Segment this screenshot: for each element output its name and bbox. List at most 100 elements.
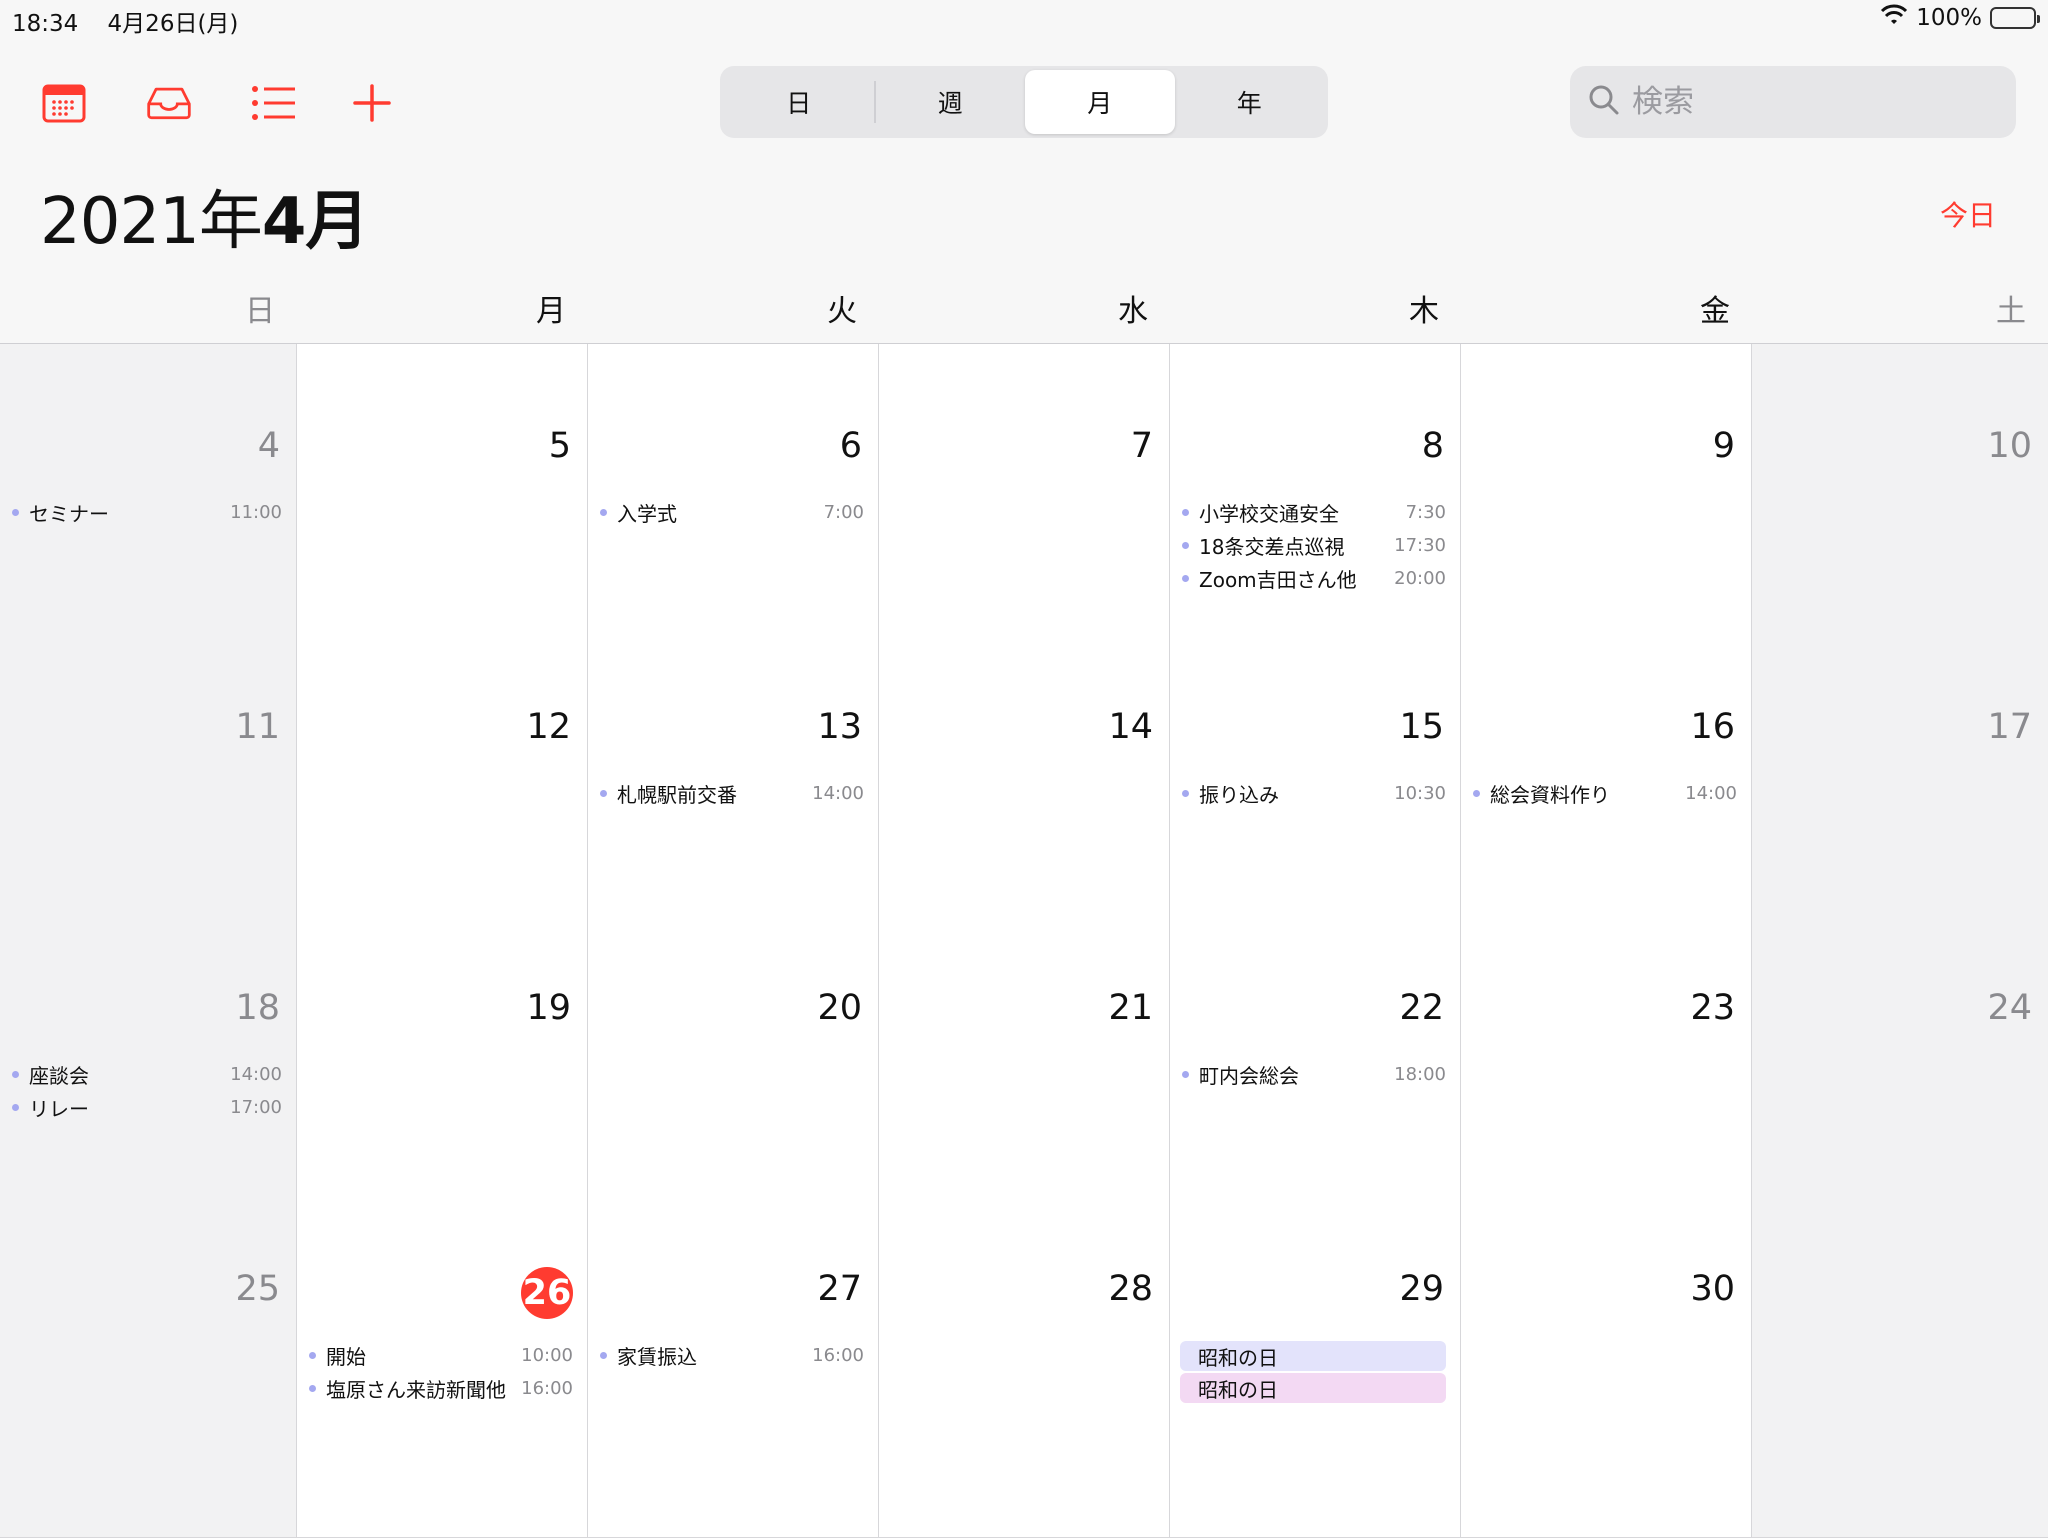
event-time: 18:00: [1394, 1064, 1446, 1085]
day-cell[interactable]: [879, 344, 1170, 416]
event-item[interactable]: リレー 17:00: [10, 1091, 282, 1124]
day-number: 23: [1690, 988, 1735, 1028]
event-name: 入学式: [617, 502, 677, 526]
day-cell[interactable]: 12: [297, 697, 588, 978]
day-cell[interactable]: 29 昭和の日 昭和の日: [1170, 1259, 1461, 1537]
event-item[interactable]: Zoom吉田さん他 20:00: [1180, 562, 1446, 595]
day-cell[interactable]: [297, 344, 588, 416]
day-cell[interactable]: 20: [588, 978, 879, 1259]
event-item[interactable]: 座談会 14:00: [10, 1058, 282, 1091]
event-name: 開始: [326, 1345, 366, 1369]
day-cell[interactable]: [0, 344, 297, 416]
day-cell[interactable]: [1461, 344, 1752, 416]
event-item[interactable]: 小学校交通安全 7:30: [1180, 496, 1446, 529]
event-dot-icon: [12, 509, 19, 516]
day-cell[interactable]: 11: [0, 697, 297, 978]
day-cell[interactable]: 13 札幌駅前交番 14:00: [588, 697, 879, 978]
day-cell[interactable]: [1170, 344, 1461, 416]
search-input[interactable]: [1630, 83, 1994, 121]
event-item[interactable]: 総会資料作り 14:00: [1471, 777, 1737, 810]
day-cell[interactable]: 16 総会資料作り 14:00: [1461, 697, 1752, 978]
status-left: 18:34 4月26日(月): [12, 4, 238, 38]
day-number: 19: [526, 988, 571, 1028]
event-item[interactable]: 家賃振込 16:00: [598, 1339, 864, 1372]
event-item[interactable]: 18条交差点巡視 17:30: [1180, 529, 1446, 562]
event-time: 14:00: [812, 783, 864, 804]
day-number: 16: [1690, 707, 1735, 747]
status-right: 100%: [1880, 4, 2040, 32]
day-number: 5: [548, 426, 571, 466]
day-cell[interactable]: 25: [0, 1259, 297, 1537]
wifi-icon: [1880, 4, 1908, 32]
allday-event[interactable]: 昭和の日: [1180, 1341, 1446, 1371]
week-row: 11 12 13 札幌駅前交番 14:00 14 15 振り込み 10:30 16 総会資料作り 14…: [0, 697, 2048, 979]
event-item[interactable]: 入学式 7:00: [598, 496, 864, 529]
day-cell[interactable]: 30: [1461, 1259, 1752, 1537]
event-list: セミナー 11:00: [10, 496, 282, 529]
event-name: 塩原さん来訪新聞他: [326, 1378, 506, 1402]
event-time: 10:00: [521, 1345, 573, 1366]
event-dot-icon: [1182, 542, 1189, 549]
day-cell[interactable]: 22 町内会総会 18:00: [1170, 978, 1461, 1259]
allday-event[interactable]: 昭和の日: [1180, 1373, 1446, 1403]
event-name: 18条交差点巡視: [1199, 535, 1345, 559]
day-cell[interactable]: 18 座談会 14:00 リレー 17:00: [0, 978, 297, 1259]
event-list: 昭和の日 昭和の日: [1180, 1339, 1446, 1405]
day-cell[interactable]: 7: [879, 416, 1170, 697]
event-list: 開始 10:00 塩原さん来訪新聞他 16:00: [307, 1339, 573, 1405]
inbox-icon[interactable]: [145, 80, 193, 126]
event-item[interactable]: 町内会総会 18:00: [1180, 1058, 1446, 1091]
status-date: 4月26日(月): [107, 11, 239, 37]
day-cell[interactable]: 5: [297, 416, 588, 697]
event-item[interactable]: 開始 10:00: [307, 1339, 573, 1372]
day-cell[interactable]: 27 家賃振込 16:00: [588, 1259, 879, 1537]
event-item[interactable]: 塩原さん来訪新聞他 16:00: [307, 1372, 573, 1405]
day-cell[interactable]: 4 セミナー 11:00: [0, 416, 297, 697]
day-cell[interactable]: 23: [1461, 978, 1752, 1259]
day-number: 18: [235, 988, 280, 1028]
event-time: 17:30: [1394, 535, 1446, 556]
day-cell[interactable]: [1752, 1259, 2048, 1537]
day-cell[interactable]: 21: [879, 978, 1170, 1259]
day-cell[interactable]: 28: [879, 1259, 1170, 1537]
event-name: 振り込み: [1199, 783, 1279, 807]
event-dot-icon: [1473, 790, 1480, 797]
segment-year[interactable]: 年: [1175, 70, 1325, 134]
segment-month[interactable]: 月: [1025, 70, 1175, 134]
day-cell[interactable]: 9: [1461, 416, 1752, 697]
weekday-header: 日月火水木金土: [0, 286, 2048, 336]
day-number: 22: [1399, 988, 1444, 1028]
day-cell[interactable]: 24: [1752, 978, 2048, 1259]
event-time: 20:00: [1394, 568, 1446, 589]
event-name: Zoom吉田さん他: [1199, 568, 1357, 592]
today-button[interactable]: 今日: [1940, 194, 1996, 234]
segment-week[interactable]: 週: [876, 70, 1026, 134]
event-item[interactable]: 札幌駅前交番 14:00: [598, 777, 864, 810]
day-cell[interactable]: [1752, 344, 2048, 416]
segment-day[interactable]: 日: [724, 70, 874, 134]
calendars-icon[interactable]: [40, 80, 88, 126]
day-cell[interactable]: 6 入学式 7:00: [588, 416, 879, 697]
add-icon[interactable]: [348, 80, 396, 126]
day-cell[interactable]: 26 開始 10:00 塩原さん来訪新聞他 16:00: [297, 1259, 588, 1537]
day-cell[interactable]: 10: [1752, 416, 2048, 697]
day-cell[interactable]: 17: [1752, 697, 2048, 978]
event-dot-icon: [309, 1385, 316, 1392]
page-title: 2021年4月: [40, 170, 369, 262]
day-number: 4: [257, 426, 280, 466]
title-year: 2021年: [40, 185, 263, 259]
day-number: 21: [1108, 988, 1153, 1028]
event-list: 振り込み 10:30: [1180, 777, 1446, 810]
day-cell[interactable]: 19: [297, 978, 588, 1259]
event-item[interactable]: セミナー 11:00: [10, 496, 282, 529]
day-cell[interactable]: 8 小学校交通安全 7:30 18条交差点巡視 17:30 Zoom吉田さん他 20:00: [1170, 416, 1461, 697]
event-name: リレー: [29, 1097, 89, 1121]
event-item[interactable]: 振り込み 10:30: [1180, 777, 1446, 810]
day-cell[interactable]: 14: [879, 697, 1170, 978]
event-dot-icon: [1182, 790, 1189, 797]
day-cell[interactable]: 15 振り込み 10:30: [1170, 697, 1461, 978]
day-cell[interactable]: [588, 344, 879, 416]
weekday-monday: 月: [536, 294, 566, 329]
search-field[interactable]: [1570, 66, 2016, 138]
list-icon[interactable]: [250, 80, 298, 126]
